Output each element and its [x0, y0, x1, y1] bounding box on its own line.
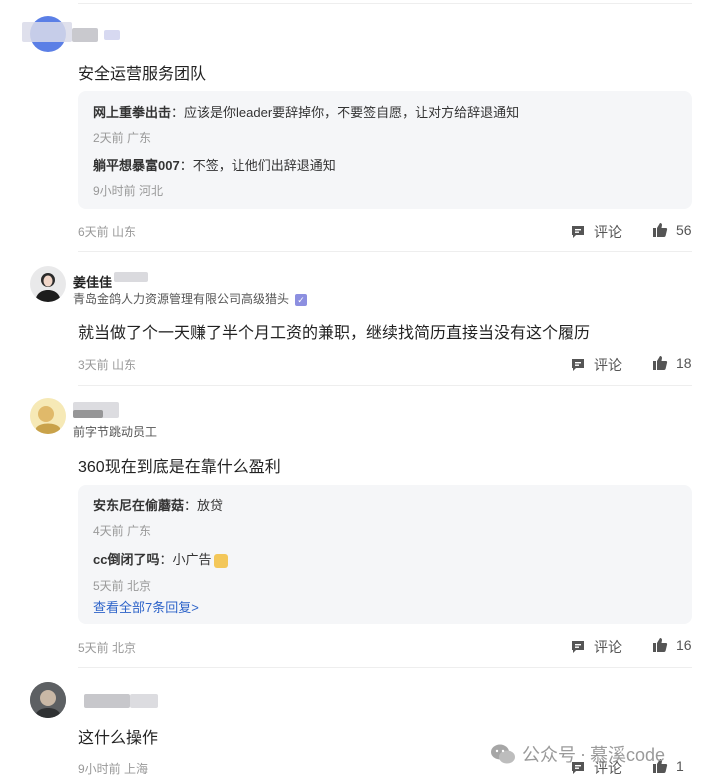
cartoon-avatar-icon	[30, 398, 66, 434]
watermark: 公众号 · 慕溪code	[490, 741, 665, 767]
reply-meta: 4天前 广东	[93, 524, 152, 538]
reply-meta: 5天前 北京	[93, 579, 152, 593]
reply-text: 小广告	[172, 552, 212, 567]
divider	[78, 385, 692, 386]
comment-label: 评论	[594, 357, 622, 373]
comment-meta: 9小时前 上海	[78, 762, 149, 776]
reply-2: 躺平想暴富007：不签，让他们出辞退通知	[93, 158, 336, 173]
user-title: 青岛金鸽人力资源管理有限公司高级猎头	[73, 292, 290, 306]
comment-meta: 6天前 山东	[78, 225, 137, 239]
comment-text: 就当做了个一天赚了半个月工资的兼职，继续找简历直接当没有这个履历	[78, 325, 591, 342]
name-blurred	[84, 694, 130, 708]
reply-box: 网上重拳出击：应该是你leader要辞掉你，不要签自愿，让对方给辞退通知 2天前…	[78, 91, 692, 209]
person-photo-icon	[35, 273, 61, 302]
name-blurred	[73, 410, 103, 418]
like-count: 16	[676, 637, 692, 653]
like-count: 1	[676, 758, 684, 774]
like-count: 18	[676, 355, 692, 371]
view-all-replies-link[interactable]: 查看全部7条回复>	[93, 597, 199, 616]
user-name[interactable]: 姜佳佳	[73, 272, 112, 291]
watermark-dot: ·	[580, 743, 586, 764]
comment-text: 360现在到底是在靠什么盈利	[78, 459, 281, 476]
divider	[78, 667, 692, 668]
watermark-brand: 公众号	[522, 745, 576, 765]
avatar[interactable]	[30, 266, 66, 302]
reply-meta: 2天前 广东	[93, 131, 152, 145]
user-subtitle: 前字节跳动员工	[73, 425, 158, 439]
comment-icon	[572, 359, 584, 371]
thumbs-up-icon	[653, 356, 668, 370]
thumbs-up-icon	[653, 223, 668, 237]
name-blurred	[130, 694, 158, 708]
divider	[78, 251, 692, 252]
thumbs-up-icon	[653, 638, 668, 652]
reply-meta: 9小时前 河北	[93, 184, 164, 198]
like-button[interactable]: 16	[652, 637, 692, 653]
avatar[interactable]	[30, 682, 66, 718]
comment-label: 评论	[594, 224, 622, 240]
like-count: 56	[676, 222, 692, 238]
verified-badge-icon: ✓	[295, 293, 308, 306]
reply-1: 网上重拳出击：应该是你leader要辞掉你，不要签自愿，让对方给辞退通知	[93, 105, 520, 120]
reply-user[interactable]: 安东尼在偷蘑菇	[93, 498, 184, 513]
comment-icon	[572, 641, 584, 653]
comment-text: 这什么操作	[78, 730, 159, 747]
name-blurred	[72, 28, 98, 42]
name-blurred	[22, 22, 72, 42]
comment-label: 评论	[594, 639, 622, 655]
comment-meta: 3天前 山东	[78, 358, 137, 372]
comment-button[interactable]: 评论	[570, 222, 622, 242]
reply-box: 安东尼在偷蘑菇：放贷 4天前 广东 cc倒闭了吗：小广告 5天前 北京 查看全部…	[78, 485, 692, 624]
reply-text: 放贷	[197, 498, 224, 513]
reply-text: 不签，让他们出辞退通知	[192, 158, 336, 173]
reply-user[interactable]: cc倒闭了吗	[93, 552, 159, 567]
comment-button[interactable]: 评论	[570, 637, 622, 657]
reply-1: 安东尼在偷蘑菇：放贷	[93, 498, 224, 513]
emoji-icon	[213, 553, 228, 568]
wechat-icon	[491, 744, 515, 764]
comment-text: 安全运营服务团队	[78, 66, 207, 83]
reply-text: 应该是你leader要辞掉你，不要签自愿，让对方给辞退通知	[184, 105, 520, 120]
comment-icon	[572, 226, 584, 238]
photo-avatar-icon	[30, 682, 66, 718]
watermark-name: 慕溪code	[590, 745, 666, 765]
reply-user[interactable]: 网上重拳出击	[93, 105, 171, 120]
user-subtitle: 青岛金鸽人力资源管理有限公司高级猎头 ✓	[73, 290, 308, 307]
like-button[interactable]: 18	[652, 355, 692, 371]
name-blurred	[114, 272, 148, 282]
reply-user[interactable]: 躺平想暴富007	[93, 158, 180, 173]
comment-button[interactable]: 评论	[570, 355, 622, 375]
like-button[interactable]: 56	[652, 222, 692, 238]
reply-2: cc倒闭了吗：小广告	[93, 549, 228, 568]
badge-blurred	[104, 30, 120, 40]
top-divider	[78, 3, 692, 4]
comment-meta: 5天前 北京	[78, 641, 137, 655]
avatar[interactable]	[30, 398, 66, 434]
